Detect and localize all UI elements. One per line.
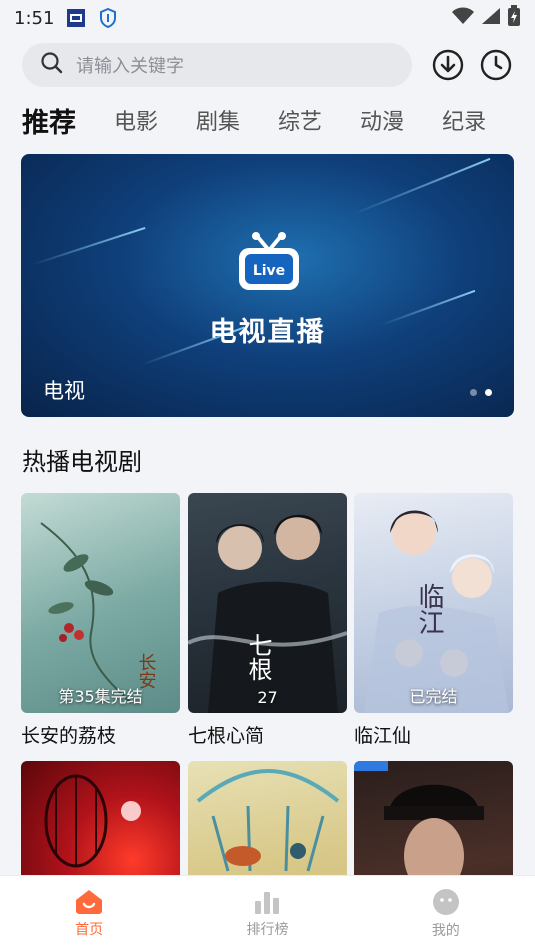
live-logo-text: Live xyxy=(253,263,285,279)
drama-card[interactable]: 七根 27 七根心简 xyxy=(188,493,347,748)
episode-badge: 已完结 xyxy=(409,687,458,706)
banner-streak xyxy=(350,157,491,216)
nav-home[interactable]: 首页 xyxy=(0,876,178,951)
drama-title: 长安的荔枝 xyxy=(21,725,117,747)
history-button[interactable] xyxy=(478,47,514,83)
download-button[interactable] xyxy=(430,47,466,83)
carousel-dot[interactable] xyxy=(470,389,477,396)
banner-caption: 电视 xyxy=(43,379,85,403)
carousel-indicator xyxy=(470,389,492,396)
tab-anime[interactable]: 动漫 xyxy=(360,104,404,136)
drama-poster: 七根 27 xyxy=(188,493,347,713)
signal-icon xyxy=(481,7,501,30)
live-tv-banner[interactable]: Live 电视直播 电视 xyxy=(21,154,514,417)
download-icon xyxy=(432,49,464,81)
nav-profile[interactable]: 我的 xyxy=(357,876,535,951)
tab-recommend[interactable]: 推荐 xyxy=(22,101,76,140)
shield-icon xyxy=(98,8,118,28)
drama-title: 临江仙 xyxy=(354,725,412,747)
category-tabs: 推荐 电影 剧集 综艺 动漫 纪录 xyxy=(22,96,535,144)
battery-icon xyxy=(507,4,521,32)
banner-streak xyxy=(30,226,146,266)
search-input[interactable]: 请输入关键字 xyxy=(22,43,412,87)
nav-ranking[interactable]: 排行榜 xyxy=(178,876,356,951)
svg-text:七根: 七根 xyxy=(244,633,272,681)
wifi-icon xyxy=(451,7,475,30)
search-icon xyxy=(40,51,64,79)
clock-icon xyxy=(480,49,512,81)
tab-series[interactable]: 剧集 xyxy=(196,104,240,136)
drama-card[interactable]: 长安 第35集完结 长安的荔枝 xyxy=(21,493,180,748)
banner-title: 电视直播 xyxy=(209,317,326,348)
notification-app-icon xyxy=(66,8,86,28)
drama-poster: 临江 已完结 xyxy=(354,493,513,713)
profile-icon xyxy=(432,888,459,915)
top-bar: 请输入关键字 xyxy=(22,43,517,87)
drama-card[interactable]: 临江 已完结 临江仙 xyxy=(354,493,513,748)
tab-variety[interactable]: 综艺 xyxy=(278,104,322,136)
ranking-icon xyxy=(255,891,280,914)
search-placeholder: 请输入关键字 xyxy=(76,56,184,77)
episode-badge: 第35集完结 xyxy=(58,687,143,706)
svg-text:临江: 临江 xyxy=(414,583,444,635)
status-bar: 1:51 xyxy=(0,0,535,36)
drama-title: 七根心简 xyxy=(188,725,265,747)
nav-ranking-label: 排行榜 xyxy=(246,921,289,938)
section-title: 热播电视剧 xyxy=(22,448,142,476)
bottom-navigation: 首页 排行榜 我的 xyxy=(0,875,535,951)
nav-home-label: 首页 xyxy=(75,921,104,938)
nav-profile-label: 我的 xyxy=(431,922,460,939)
home-icon xyxy=(76,889,103,914)
episode-badge: 27 xyxy=(257,688,278,707)
tab-movies[interactable]: 电影 xyxy=(114,104,158,136)
live-tv-logo: Live xyxy=(237,232,301,292)
carousel-dot-active[interactable] xyxy=(485,389,492,396)
status-time: 1:51 xyxy=(14,7,55,29)
tab-documentary[interactable]: 纪录 xyxy=(442,104,486,136)
drama-poster: 长安 第35集完结 xyxy=(21,493,180,713)
